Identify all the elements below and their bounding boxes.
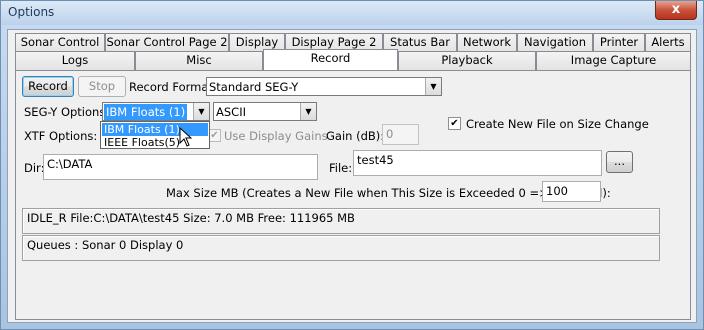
tab-printer[interactable]: Printer [593, 33, 645, 52]
chevron-down-icon: ▼ [425, 78, 441, 95]
tab-navigation[interactable]: Navigation [517, 33, 593, 52]
tab-label: Image Capture [570, 53, 657, 67]
tab-label: Alerts [651, 35, 685, 49]
record-format-select[interactable]: Standard SEG-Y ▼ [206, 77, 442, 96]
record-format-label: Record Format [129, 80, 213, 94]
tab-alerts[interactable]: Alerts [645, 33, 691, 52]
tab-label: Sonar Control Page 2 [106, 35, 228, 49]
encoding-select[interactable]: ASCII ▼ [213, 102, 317, 121]
record-tab-panel: Record Stop Record Format Standard SEG-Y… [15, 70, 691, 320]
tab-label: Display Page 2 [291, 35, 377, 49]
status-line: IDLE_R File:C:\DATA\test45 Size: 7.0 MB … [22, 208, 660, 234]
chevron-down-icon: ▼ [300, 103, 316, 120]
browse-button[interactable]: ... [606, 151, 633, 173]
file-label: File: [329, 161, 353, 175]
tab-image-capture[interactable]: Image Capture [536, 51, 691, 70]
tab-label: Sonar Control [20, 35, 100, 49]
tab-label: Status Bar [390, 35, 450, 49]
queues-line: Queues : Sonar 0 Display 0 [22, 235, 660, 261]
create-new-file-label: Create New File on Size Change [466, 117, 649, 131]
options-window: Options x Sonar Control Sonar Control Pa… [0, 0, 704, 330]
max-size-input[interactable]: 100 [542, 181, 601, 202]
tab-misc[interactable]: Misc [135, 51, 263, 70]
mouse-pointer-icon [179, 127, 193, 147]
check-icon: ✔ [210, 130, 219, 141]
gain-label: Gain (dB): [326, 129, 385, 143]
tab-network[interactable]: Network [457, 33, 517, 52]
button-label: ... [614, 154, 625, 168]
tab-sonar-control-page-2[interactable]: Sonar Control Page 2 [105, 33, 229, 52]
dir-label: Dir: [24, 161, 45, 175]
segy-options-select[interactable]: IBM Floats (1) ▼ [102, 102, 210, 121]
record-format-value: Standard SEG-Y [209, 80, 299, 94]
check-icon: ✔ [450, 118, 459, 129]
title-bar: Options x [1, 1, 703, 25]
tab-label: Record [310, 51, 351, 65]
button-label: Record [28, 79, 68, 93]
xtf-options-label: XTF Options: [24, 129, 98, 143]
close-icon: x [671, 2, 681, 17]
tab-label: Logs [61, 53, 89, 67]
create-new-file-checkbox[interactable]: ✔ [448, 117, 461, 130]
segy-options-label: SEG-Y Options [24, 105, 106, 119]
options-client-area: Sonar Control Sonar Control Page 2 Displ… [7, 29, 697, 323]
dir-input[interactable]: C:\DATA [43, 154, 318, 180]
tab-label: Printer [599, 35, 639, 49]
tab-record[interactable]: Record [263, 49, 398, 70]
window-title: Options [8, 5, 55, 19]
tab-label: Playback [441, 53, 493, 67]
chevron-down-icon: ▼ [193, 103, 209, 120]
stop-button[interactable]: Stop [78, 76, 126, 97]
segy-options-dropdown-list: IBM Floats (1) IEEE Floats(5) [100, 121, 210, 149]
file-input[interactable]: test45 [353, 150, 602, 176]
tab-label: Misc [186, 53, 212, 67]
tab-label: Display [235, 35, 279, 49]
record-button[interactable]: Record [22, 76, 74, 97]
tab-sonar-control[interactable]: Sonar Control [15, 33, 105, 52]
tab-playback[interactable]: Playback [398, 51, 536, 70]
tab-label: Navigation [523, 35, 587, 49]
encoding-value: ASCII [216, 105, 246, 119]
gain-input[interactable]: 0 [382, 124, 419, 145]
tab-logs[interactable]: Logs [15, 51, 135, 70]
use-display-gains-label: Use Display Gains [224, 129, 328, 143]
button-label: Stop [88, 79, 116, 93]
segy-options-value: IBM Floats (1) [104, 104, 188, 120]
close-button[interactable]: x [655, 1, 697, 20]
tab-label: Network [462, 35, 512, 49]
